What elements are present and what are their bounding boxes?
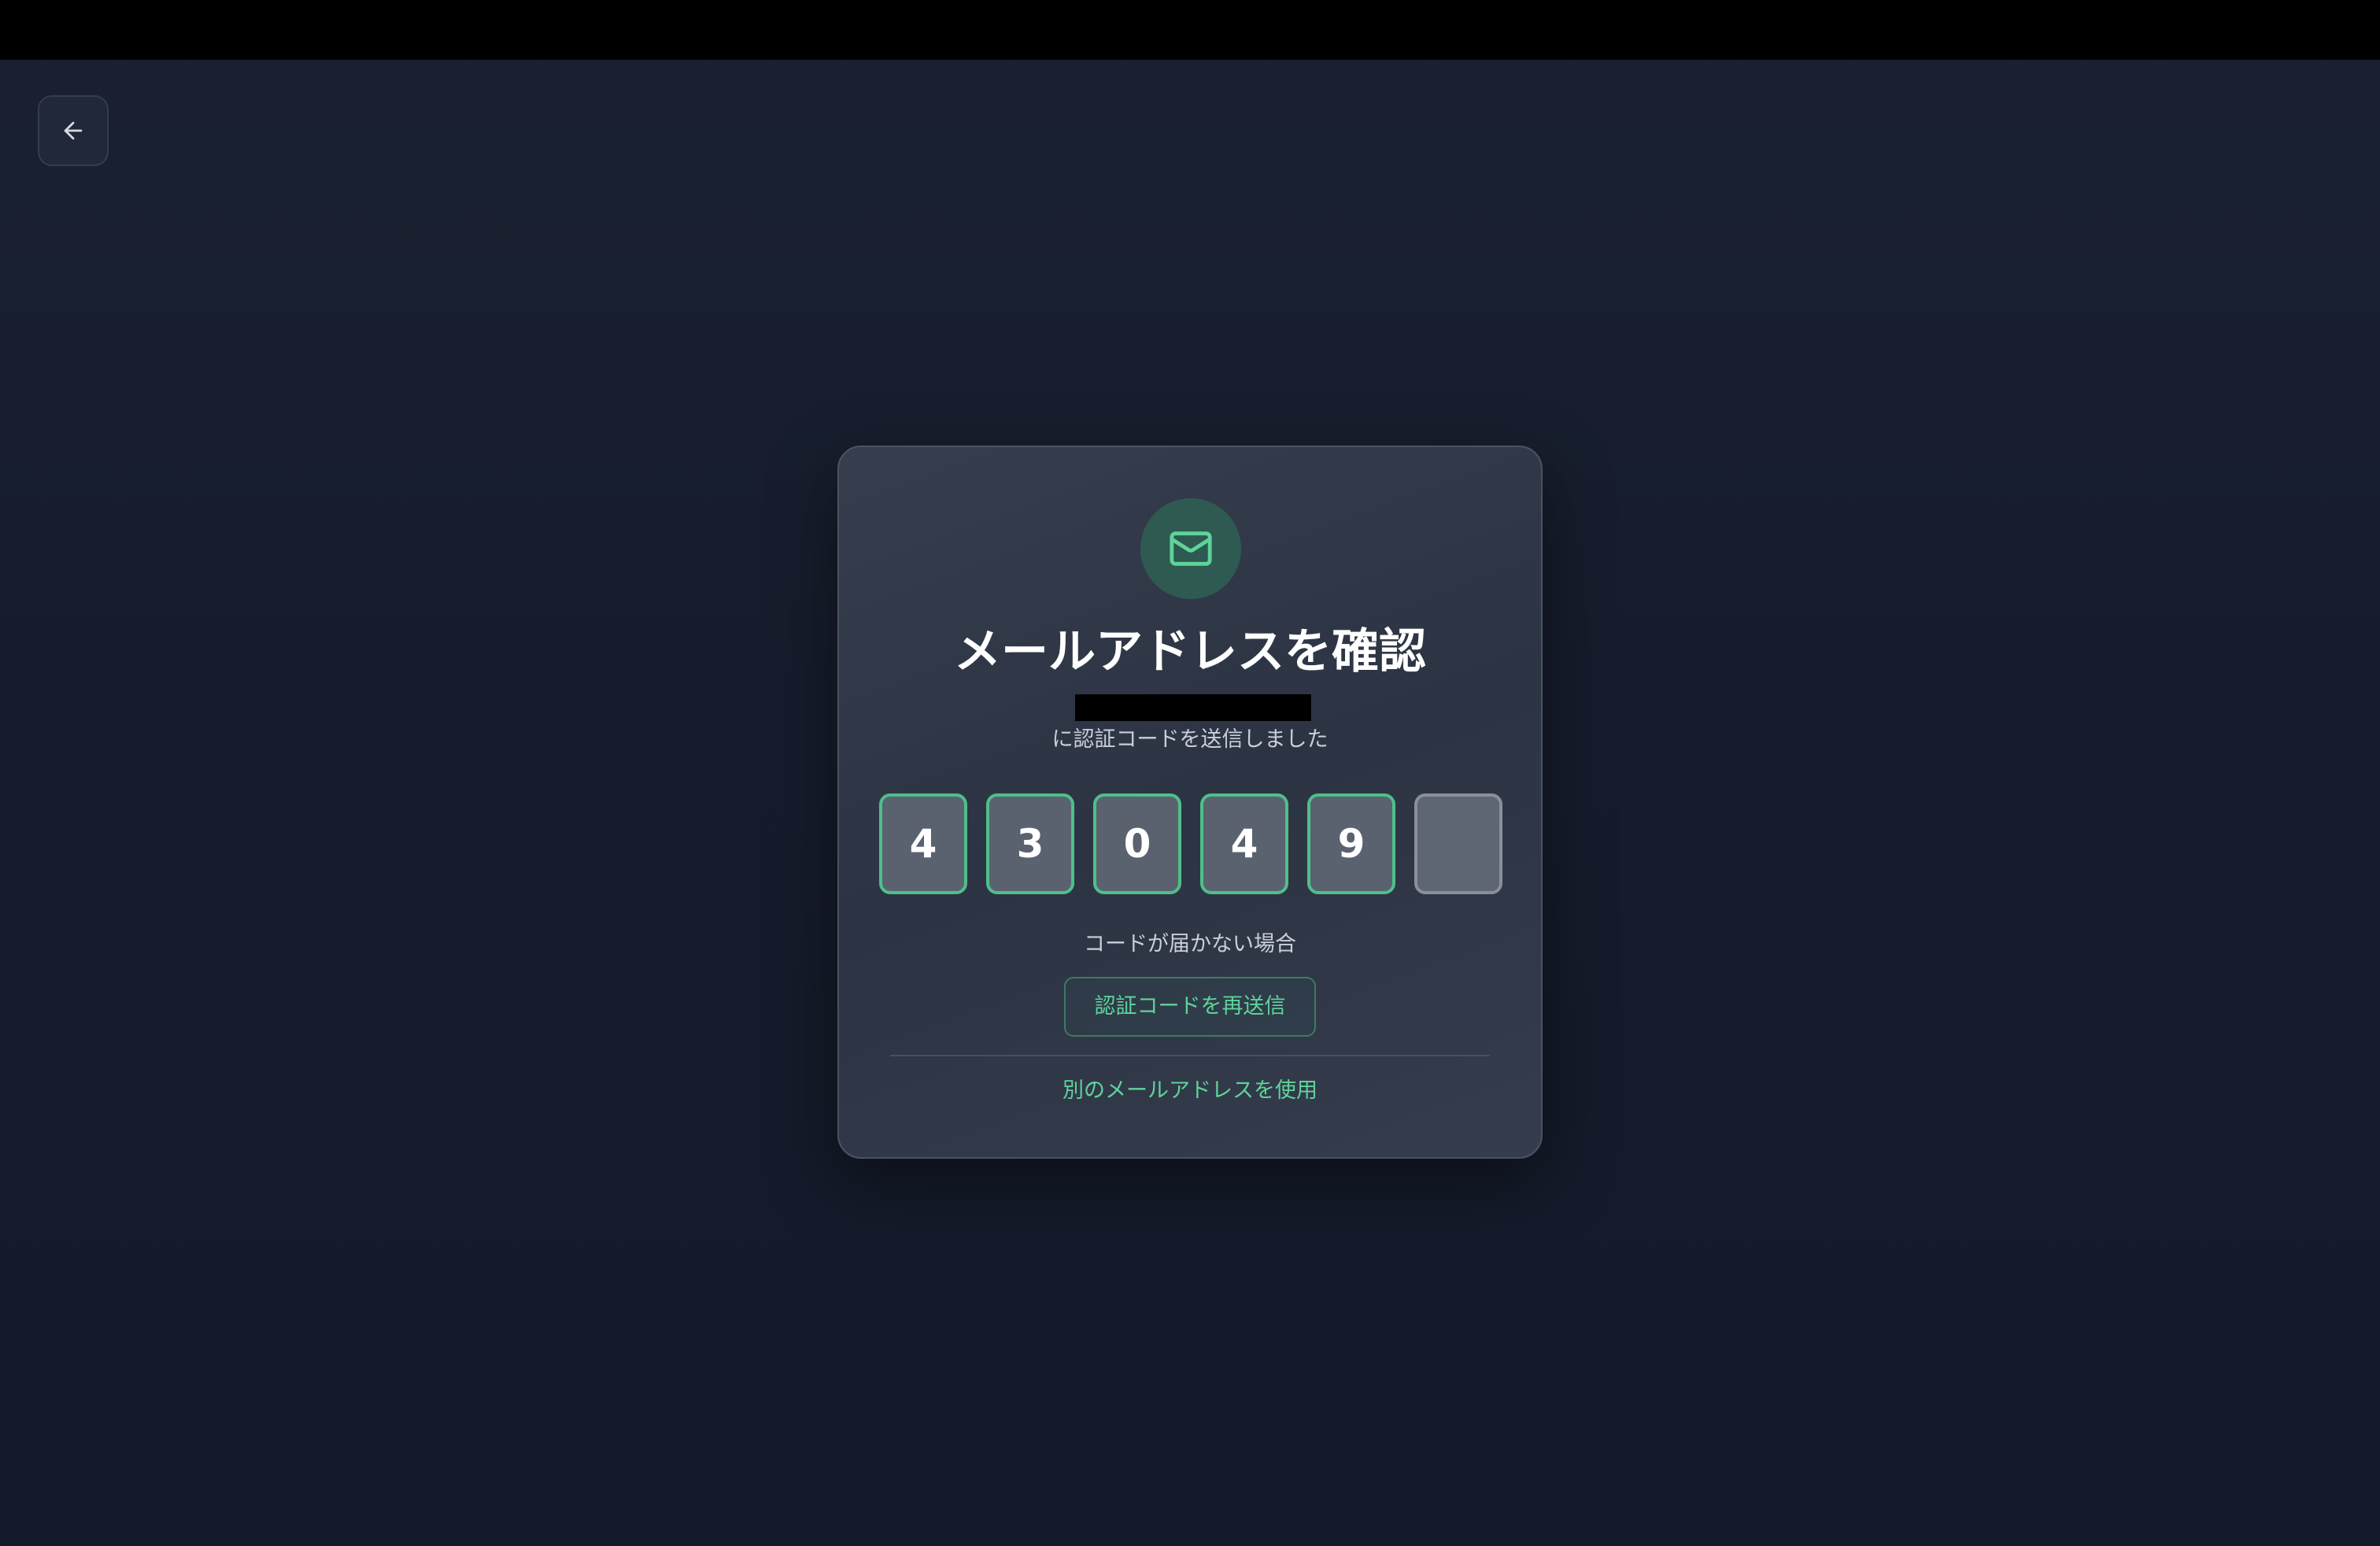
code-digit-input[interactable]: 0: [1093, 793, 1181, 894]
code-digit-input[interactable]: 3: [986, 793, 1074, 894]
use-other-email-link[interactable]: 別のメールアドレスを使用: [839, 1075, 1541, 1107]
code-digit-input[interactable]: 4: [879, 793, 967, 894]
top-black-bar: [0, 0, 2380, 60]
mail-icon: [1168, 526, 1214, 571]
code-sent-message: に認証コードを送信しました: [1051, 727, 1329, 752]
resend-code-button[interactable]: 認証コードを再送信: [1064, 977, 1316, 1037]
page-title: メールアドレスを確認: [954, 624, 1426, 679]
mail-icon-badge: [1140, 498, 1241, 599]
code-digit-input[interactable]: [1414, 793, 1502, 894]
verification-card: メールアドレスを確認 に認証コードを送信しました 4 3 0 4 9 コードが届…: [837, 446, 1543, 1159]
back-button[interactable]: [38, 95, 109, 166]
redacted-email: [1075, 694, 1311, 721]
no-code-text: コードが届かない場合: [1084, 932, 1296, 956]
code-digit-input[interactable]: 4: [1200, 793, 1288, 894]
divider: [890, 1055, 1490, 1056]
arrow-left-icon: [60, 117, 87, 144]
code-digit-input[interactable]: 9: [1307, 793, 1395, 894]
